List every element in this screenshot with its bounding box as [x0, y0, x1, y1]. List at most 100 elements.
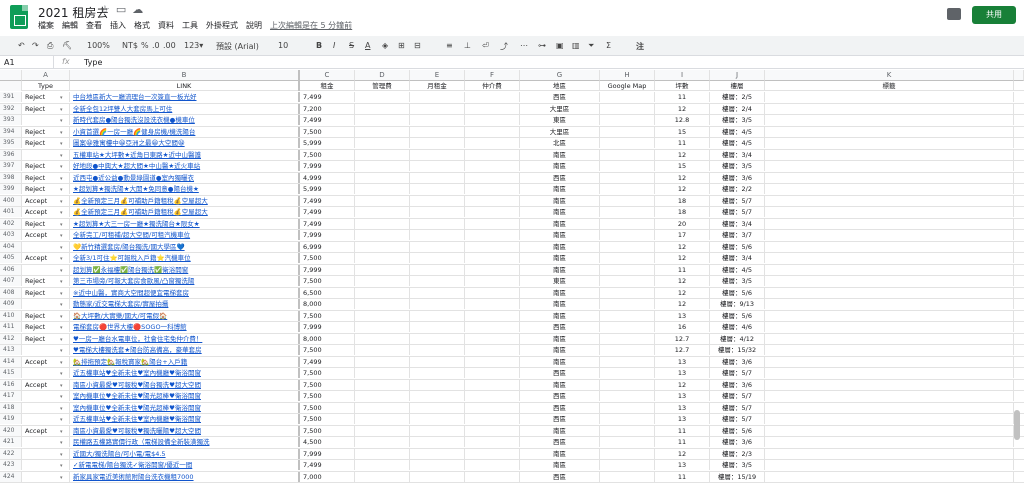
monthly-cell[interactable] — [410, 195, 465, 206]
monthly-cell[interactable] — [410, 425, 465, 436]
size-cell[interactable]: 13 — [655, 460, 710, 470]
size-cell[interactable]: 15 — [655, 161, 710, 171]
listing-link[interactable]: 全新全包12坪雙人大套房馬上可住 — [70, 103, 300, 114]
rent-cell[interactable]: 8,000 — [300, 299, 355, 309]
dropdown-arrow-icon[interactable]: ▾ — [60, 187, 63, 193]
dropdown-arrow-icon[interactable]: ▾ — [60, 291, 63, 297]
size-cell[interactable]: 12.8 — [655, 115, 710, 125]
size-cell[interactable]: 12 — [655, 149, 710, 160]
listing-link[interactable]: 南區小資最愛♥可報稅♥獨洗曬陽♥超大空間 — [70, 425, 300, 436]
area-cell[interactable]: 南區 — [520, 264, 600, 275]
header-cell-type[interactable]: Type — [22, 81, 70, 91]
agent-fee-cell[interactable] — [465, 207, 520, 217]
monthly-cell[interactable] — [410, 391, 465, 401]
column-header-e[interactable]: E — [410, 70, 465, 81]
listing-link[interactable]: 🏡排拖預定🏡報稅寶家🏡陽台+入戶籍 — [70, 356, 300, 367]
row-number[interactable]: 399 — [0, 184, 22, 194]
menu-view[interactable]: 查看 — [86, 20, 102, 31]
type-dropdown[interactable]: ▾ — [60, 357, 70, 367]
floor-cell[interactable]: 樓層：4/5 — [710, 126, 765, 137]
fee-cell[interactable] — [355, 92, 410, 102]
monthly-cell[interactable] — [410, 138, 465, 148]
monthly-cell[interactable] — [410, 402, 465, 413]
rent-cell[interactable]: 7,499 — [300, 92, 355, 102]
fee-cell[interactable] — [355, 276, 410, 286]
tags-cell[interactable] — [765, 207, 1014, 217]
document-title[interactable]: 2021 租房去 — [38, 4, 108, 21]
tags-cell[interactable] — [765, 322, 1014, 332]
dropdown-arrow-icon[interactable]: ▾ — [60, 153, 63, 159]
type-dropdown[interactable]: ▾ — [60, 472, 70, 482]
fee-cell[interactable] — [355, 322, 410, 332]
floor-cell[interactable]: 樓層：4/12 — [710, 333, 765, 344]
row-number[interactable]: 405 — [0, 253, 22, 263]
agent-fee-cell[interactable] — [465, 460, 520, 470]
fee-cell[interactable] — [355, 138, 410, 148]
dropdown-arrow-icon[interactable]: ▾ — [60, 279, 63, 285]
dropdown-arrow-icon[interactable]: ▾ — [60, 429, 63, 435]
menu-insert[interactable]: 插入 — [110, 20, 126, 31]
tags-cell[interactable] — [765, 299, 1014, 309]
floor-cell[interactable]: 樓層：3/4 — [710, 218, 765, 229]
header-cell-map[interactable]: Google Map — [600, 81, 655, 91]
rent-cell[interactable]: 7,500 — [300, 276, 355, 286]
agent-fee-cell[interactable] — [465, 379, 520, 390]
agent-fee-cell[interactable] — [465, 287, 520, 298]
agent-fee-cell[interactable] — [465, 172, 520, 183]
map-cell[interactable] — [600, 379, 655, 390]
area-cell[interactable]: 南區 — [520, 310, 600, 321]
map-cell[interactable] — [600, 172, 655, 183]
row-number[interactable]: 418 — [0, 402, 22, 413]
agent-fee-cell[interactable] — [465, 356, 520, 367]
floor-cell[interactable]: 樓層：4/5 — [710, 264, 765, 275]
agent-fee-cell[interactable] — [465, 149, 520, 160]
agent-fee-cell[interactable] — [465, 126, 520, 137]
column-header-f[interactable]: F — [465, 70, 520, 81]
area-cell[interactable]: 南區 — [520, 448, 600, 459]
header-cell-tags[interactable]: 標籤 — [765, 81, 1014, 91]
area-cell[interactable]: 西區 — [520, 437, 600, 447]
tags-cell[interactable] — [765, 103, 1014, 114]
map-cell[interactable] — [600, 460, 655, 470]
listing-link[interactable]: 小資首選🌈一房一廳🌈健身房機/機洗陽台 — [70, 126, 300, 137]
text-color-icon[interactable]: A — [365, 41, 370, 50]
listing-link[interactable]: 近國大/獨洗陽台/可小電/電$4.5 — [70, 448, 300, 459]
dropdown-arrow-icon[interactable]: ▾ — [60, 440, 63, 446]
tags-cell[interactable] — [765, 356, 1014, 367]
size-cell[interactable]: 12 — [655, 287, 710, 298]
monthly-cell[interactable] — [410, 471, 465, 482]
undo-icon[interactable]: ↶ — [18, 41, 25, 50]
column-header-g[interactable]: G — [520, 70, 600, 81]
area-cell[interactable]: 南區 — [520, 230, 600, 240]
size-cell[interactable]: 12 — [655, 241, 710, 252]
fee-cell[interactable] — [355, 310, 410, 321]
map-cell[interactable] — [600, 138, 655, 148]
row-number[interactable]: 401 — [0, 207, 22, 217]
dropdown-arrow-icon[interactable]: ▾ — [60, 268, 63, 274]
tags-cell[interactable] — [765, 379, 1014, 390]
row-number[interactable]: 407 — [0, 276, 22, 286]
rent-cell[interactable]: 5,999 — [300, 184, 355, 194]
fee-cell[interactable] — [355, 448, 410, 459]
type-dropdown[interactable]: ▾ — [60, 426, 70, 436]
rent-cell[interactable]: 7,000 — [300, 471, 355, 482]
monthly-cell[interactable] — [410, 414, 465, 424]
dropdown-arrow-icon[interactable]: ▾ — [60, 95, 63, 101]
rent-cell[interactable]: 7,500 — [300, 253, 355, 263]
tags-cell[interactable] — [765, 184, 1014, 194]
monthly-cell[interactable] — [410, 253, 465, 263]
type-dropdown[interactable]: ▾ — [60, 253, 70, 263]
monthly-cell[interactable] — [410, 287, 465, 298]
area-cell[interactable]: 南區 — [520, 287, 600, 298]
map-cell[interactable] — [600, 299, 655, 309]
tags-cell[interactable] — [765, 460, 1014, 470]
rent-cell[interactable]: 7,500 — [300, 379, 355, 390]
row-number[interactable]: 406 — [0, 264, 22, 275]
agent-fee-cell[interactable] — [465, 230, 520, 240]
listing-link[interactable]: 圖案😀雅寓樓中😀亞洲之最😀大空間😀 — [70, 138, 300, 148]
row-number[interactable]: 392 — [0, 103, 22, 114]
dropdown-arrow-icon[interactable]: ▾ — [60, 406, 63, 412]
type-dropdown[interactable]: ▾ — [60, 345, 70, 355]
size-cell[interactable]: 13 — [655, 414, 710, 424]
size-cell[interactable]: 18 — [655, 195, 710, 206]
